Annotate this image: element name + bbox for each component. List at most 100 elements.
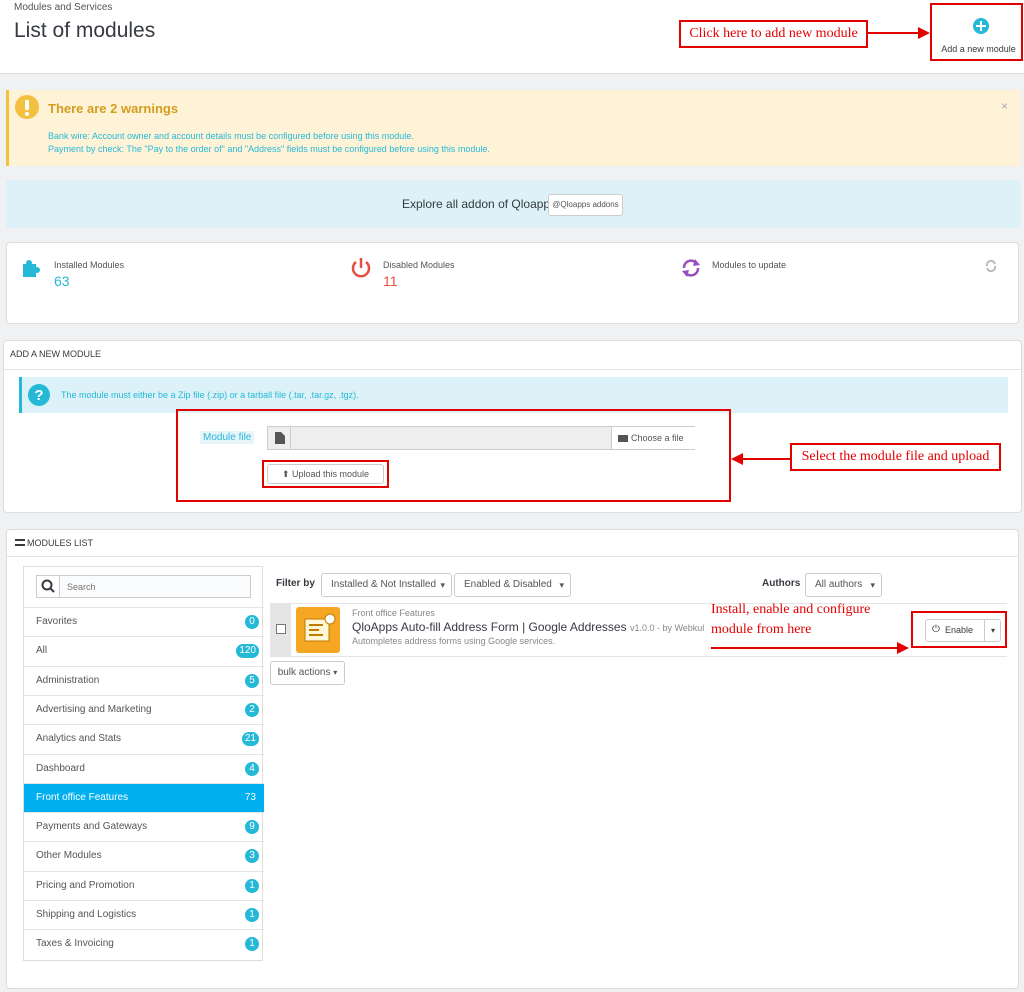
explore-banner: Explore all addon of Qloapps @Qloapps ad… [6,180,1021,228]
upload-icon: ⬆ [281,469,290,479]
category-item[interactable]: Analytics and Stats 21 [24,724,264,753]
upload-module-button[interactable]: ⬆ Upload this module [267,464,384,484]
category-count-badge: 21 [241,732,259,747]
enable-label: Enable [945,625,974,635]
caret-down-icon[interactable]: ▾ [984,620,1001,641]
installed-label: Installed Modules [54,260,125,270]
filter-label: Filter by [276,578,315,589]
refresh-icon [682,259,700,277]
upload-callout-text: Select the module file and upload [801,449,990,464]
bulk-actions-label: bulk actions [277,667,331,678]
bulk-actions-button[interactable]: bulk actions ▾ [270,661,345,685]
category-label: All [36,645,48,657]
category-item[interactable]: Advertising and Marketing 2 [24,694,264,724]
choose-file-button[interactable]: Choose a file [611,427,695,449]
warning-icon [15,95,39,119]
category-count-badge: 0 [245,615,259,629]
category-count-badge: 73 [244,791,256,803]
folder-open-icon [618,435,628,442]
module-description: Autompletes address forms using Google s… [352,636,556,646]
search-input[interactable] [61,576,250,597]
chevron-down-icon: ▾ [559,580,564,590]
category-label: Advertising and Marketing [36,703,152,715]
power-icon: ⏻ [932,624,940,635]
category-label: Dashboard [36,762,85,774]
category-label: Other Modules [36,850,102,862]
enable-filter-select[interactable]: Enabled & Disabled ▾ [454,573,571,597]
list-icon [15,539,25,546]
reload-icon[interactable] [984,259,998,273]
add-module-button[interactable]: Add a new module [930,3,1023,61]
disabled-count[interactable]: 11 [383,273,398,289]
update-label: Modules to update [712,260,787,270]
info-alert: ? The module must either be a Zip file (… [19,377,1008,413]
callout-arrow-left-icon [731,453,793,465]
installed-count[interactable]: 63 [54,273,70,289]
add-module-heading: ADD A NEW MODULE [10,349,102,359]
warning-item: Bank wire: Account owner and account det… [48,131,414,141]
category-label: Administration [36,674,100,686]
enable-filter-value: Enabled & Disabled [464,579,552,590]
help-icon: ? [28,384,50,406]
category-count-badge: 2 [245,702,259,717]
category-label: Pricing and Promotion [36,879,135,891]
file-icon [275,432,285,444]
category-item[interactable]: Taxes & Invoicing 1 [24,929,264,958]
module-name: QloApps Auto-fill Address Form | Google … [352,620,627,634]
category-label: Front office Features [36,791,129,803]
enable-button[interactable]: ⏻ Enable ▾ [925,619,1001,642]
stats-panel: Installed Modules 63 Disabled Modules 11… [6,242,1019,324]
addons-button[interactable]: @Qloapps addons [548,194,623,216]
caret-down-icon: ▾ [333,668,338,677]
plus-circle-icon [973,18,989,34]
category-item[interactable]: Pricing and Promotion 1 [24,870,264,900]
category-item[interactable]: Other Modules 3 [24,841,264,870]
file-input[interactable]: Choose a file [267,426,695,450]
category-item[interactable]: All 120 [24,636,264,665]
disabled-label: Disabled Modules [383,260,455,270]
category-item[interactable]: Favorites 0 [24,607,264,636]
breadcrumb[interactable]: Modules and Services [14,2,112,13]
category-label: Analytics and Stats [36,733,122,745]
info-text: The module must either be a Zip file (.z… [61,390,359,400]
warning-list: Bank wire: Account owner and account det… [48,130,490,156]
install-callout-line: Install, enable and configure [711,602,871,617]
authors-label: Authors [762,578,801,589]
search-icon [37,576,60,597]
category-item[interactable]: Payments and Gateways 9 [24,812,264,841]
module-version: v1.0.0 - by Webkul [629,623,705,633]
category-count-badge: 1 [245,908,259,922]
add-module-callout-text: Click here to add new module [689,26,858,41]
category-item[interactable]: Shipping and Logistics 1 [24,900,264,929]
install-filter-select[interactable]: Installed & Not Installed ▾ [321,573,452,597]
search-box[interactable] [36,575,251,598]
category-item[interactable]: Dashboard 4 [24,753,264,783]
install-callout-line: module from here [711,622,812,637]
module-category: Front office Features [352,608,435,618]
row-checkbox[interactable] [276,624,286,634]
category-count-badge: 120 [236,644,259,659]
callout-arrow-right-icon [868,27,930,39]
page-title: List of modules [14,19,156,42]
category-item[interactable]: Administration 5 [24,665,264,695]
modules-list-heading-text: MODULES LIST [27,538,94,548]
close-icon[interactable]: × [1001,99,1008,113]
row-checkbox-cell [270,604,291,656]
category-item[interactable]: Front office Features 73 [24,782,264,812]
category-count-badge: 1 [245,878,259,893]
category-count-badge: 5 [245,673,259,688]
category-label: Shipping and Logistics [36,909,137,920]
category-count-badge: 1 [245,937,259,952]
chevron-down-icon: ▾ [870,580,875,590]
divider [7,556,1018,557]
svg-text:?: ? [34,387,43,404]
upload-callout: Select the module file and upload [790,443,1001,471]
chevron-down-icon: ▾ [440,580,445,590]
modules-list-panel: MODULES LIST Favorites 0 All 120 Administrat… [6,529,1019,989]
divider [290,427,291,449]
power-icon [351,258,371,278]
puzzle-icon [23,260,40,277]
choose-file-label: Choose a file [631,433,684,443]
category-count-badge: 3 [245,849,259,864]
authors-select[interactable]: All authors ▾ [805,573,882,597]
